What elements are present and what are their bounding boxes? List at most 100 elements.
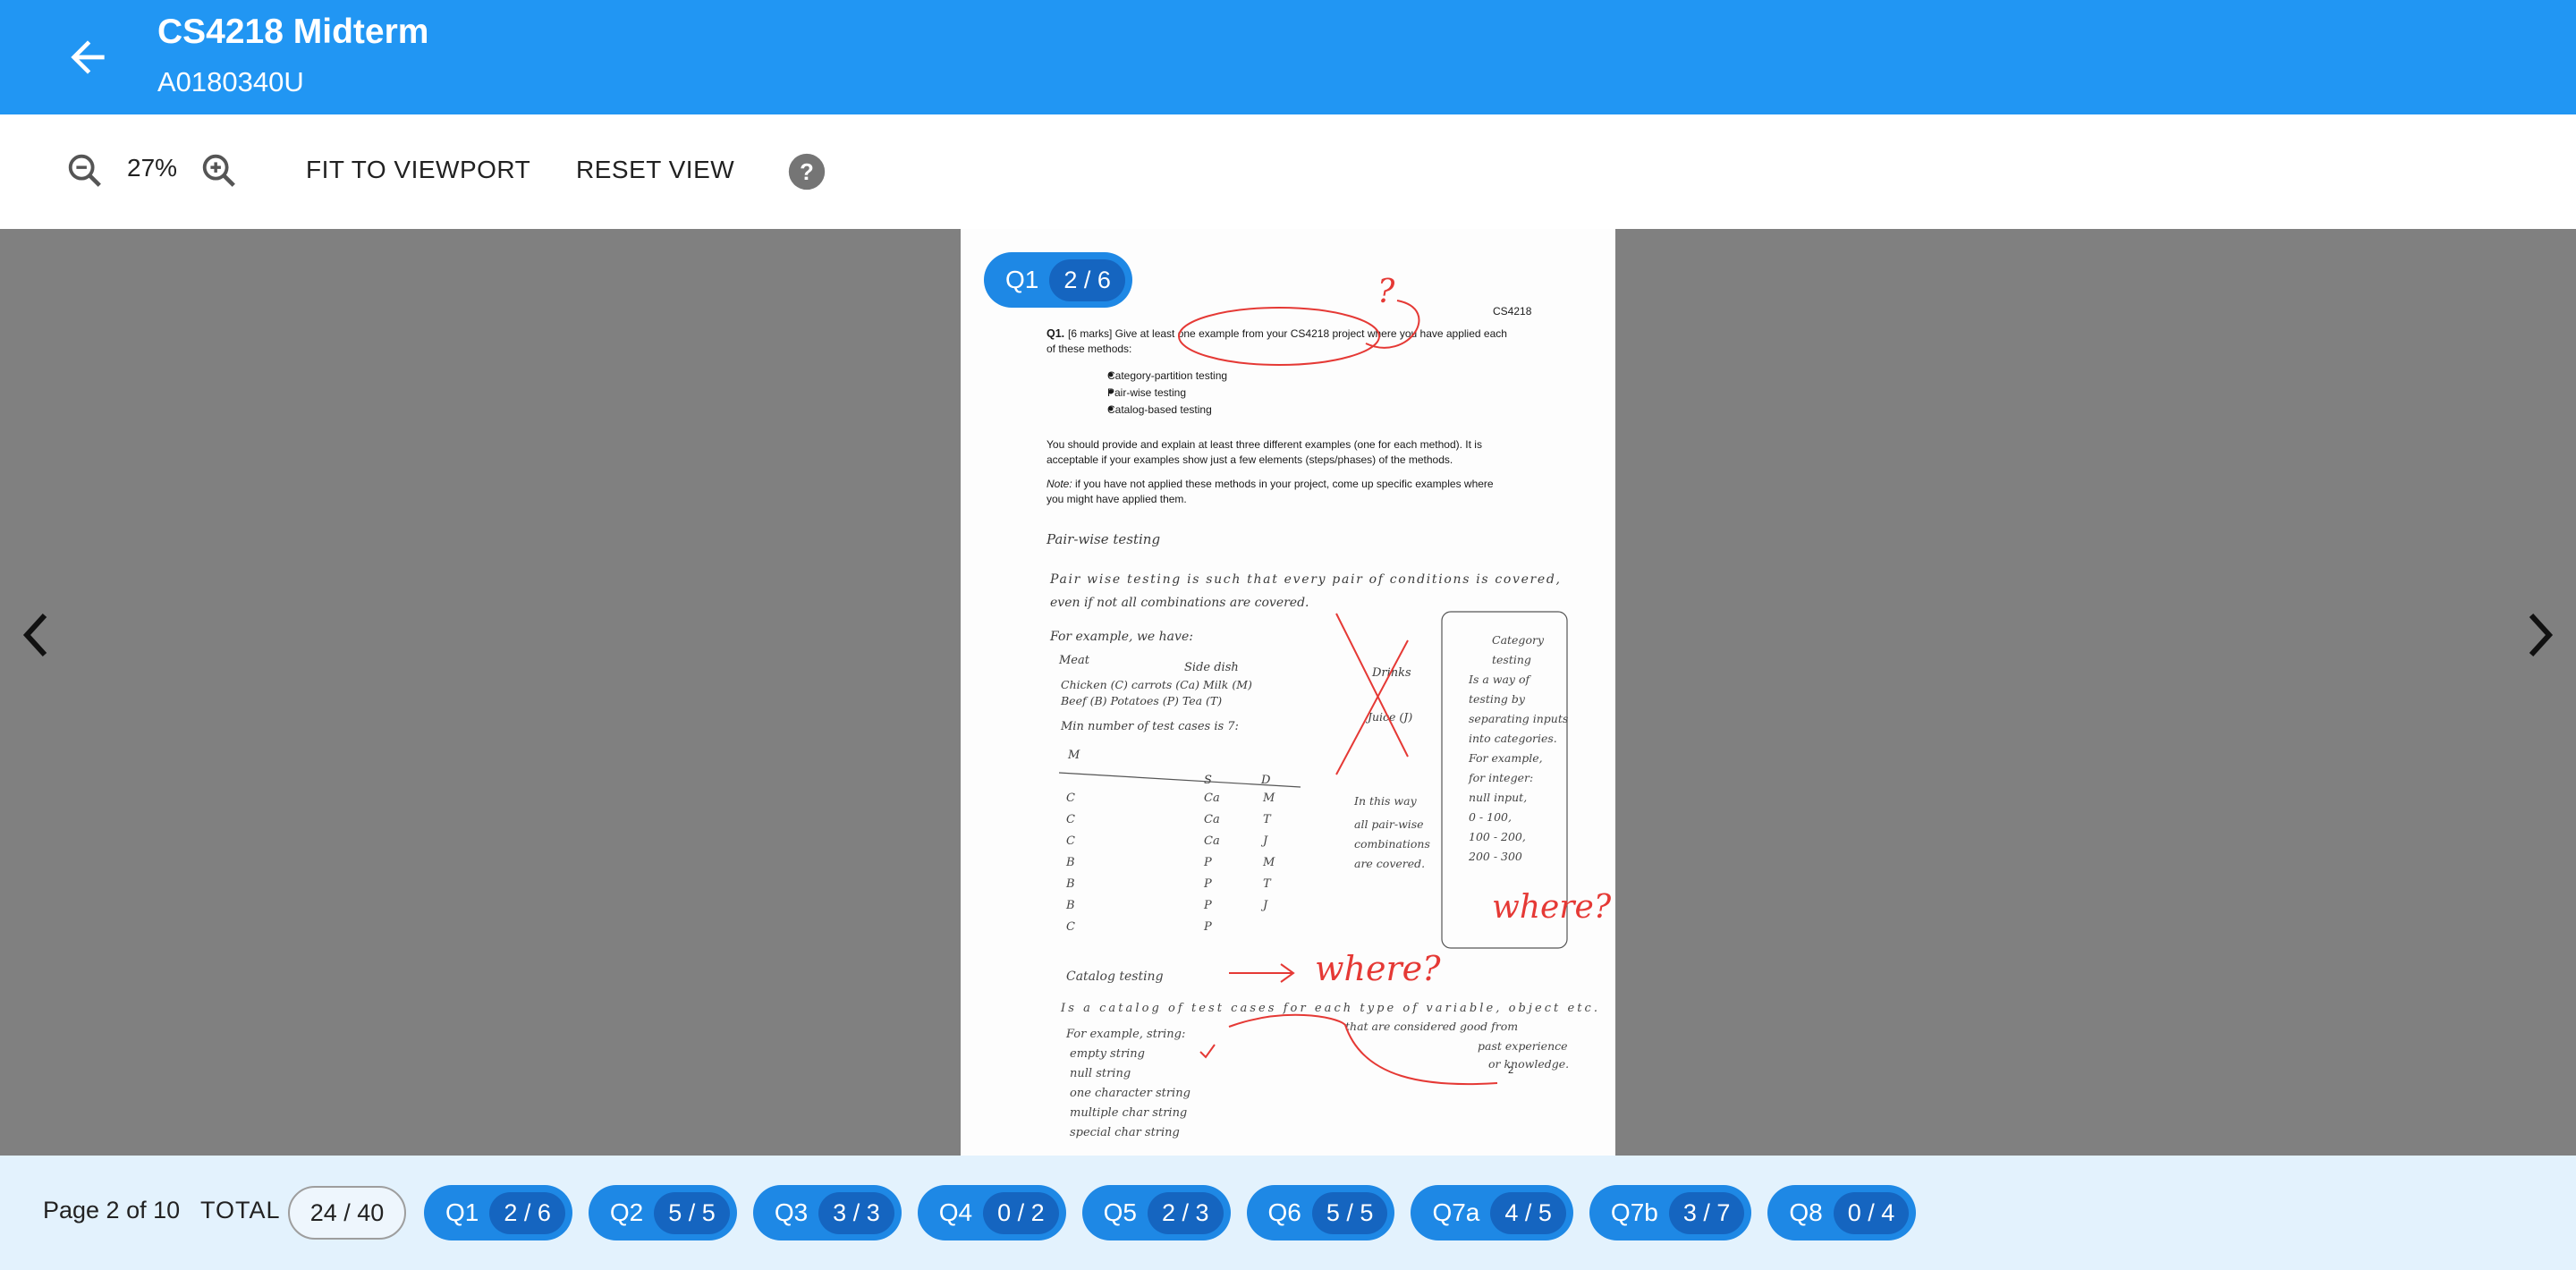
page-header: CS4218 [1493, 305, 1532, 318]
handwritten-col-header: Meat [1058, 654, 1090, 667]
note-line: if you have not applied these methods in… [1075, 478, 1494, 490]
handwritten-cell: Ca [1204, 792, 1220, 805]
question-label: Q1. [1046, 327, 1064, 340]
handwritten-category-line: null input, [1469, 791, 1527, 804]
student-id: A0180340U [157, 66, 304, 97]
zoom-in-icon[interactable] [199, 150, 240, 191]
page-indicator: Page 2 of 10 [43, 1197, 181, 1223]
chip-label: Q2 [609, 1198, 644, 1226]
bullet-item: Pair-wise testing [1107, 386, 1186, 399]
reset-view-button[interactable]: RESET VIEW [576, 156, 734, 184]
handwritten-cell: J [1260, 899, 1268, 912]
annotation-where: where? [1315, 949, 1441, 988]
handwritten-line: Is a catalog of test cases for each type… [1060, 1002, 1597, 1015]
bullet-dot [1108, 372, 1114, 377]
help-icon[interactable]: ? [787, 152, 826, 191]
chip-label: Q6 [1267, 1198, 1301, 1226]
chip-score: 3 / 3 [818, 1191, 894, 1234]
handwritten-string: special char string [1070, 1126, 1180, 1139]
chip-score: 0 / 4 [1833, 1191, 1910, 1234]
scanned-page: CS4218 Q1. [6 marks] Give at least one e… [961, 229, 1615, 1156]
handwritten-cell: P [1203, 856, 1212, 869]
chip-label: Q7b [1610, 1198, 1658, 1226]
instruction-line: You should provide and explain at least … [1046, 438, 1482, 451]
handwritten-options: Chicken (C) carrots (Ca) Milk (M) [1061, 678, 1252, 691]
chip-score: 2 / 6 [1049, 258, 1125, 301]
handwritten-side-note: are covered. [1354, 857, 1425, 870]
question-chip-q7a[interactable]: Q7a 4 / 5 [1411, 1185, 1573, 1240]
app-bar: CS4218 Midterm A0180340U [0, 0, 2576, 114]
handwritten-string: null string [1070, 1067, 1131, 1080]
handwritten-category-line: 100 - 200, [1469, 830, 1526, 843]
total-score: 24 / 40 [288, 1186, 406, 1240]
question-chip-q2[interactable]: Q2 5 / 5 [588, 1185, 737, 1240]
handwritten-string: empty string [1070, 1047, 1145, 1061]
total-label: TOTAL [200, 1197, 281, 1223]
chip-label: Q5 [1103, 1198, 1137, 1226]
bullet-item: Catalog-based testing [1107, 403, 1212, 416]
handwritten-count: Min number of test cases is 7: [1060, 720, 1239, 733]
page-number: 2 [1508, 1065, 1513, 1076]
note-line: you might have applied them. [1046, 493, 1187, 505]
handwritten-category-line: 200 - 300 [1468, 850, 1522, 863]
chip-score: 3 / 7 [1668, 1191, 1745, 1234]
chip-label: Q1 [445, 1198, 479, 1226]
handwritten-col: M [1067, 749, 1080, 762]
handwritten-side-note: combinations [1354, 837, 1430, 851]
handwritten-cell: J [1260, 834, 1268, 848]
handwritten-line: For example, string: [1065, 1028, 1185, 1041]
chip-label: Q3 [774, 1198, 809, 1226]
annotation-where: where? [1492, 889, 1612, 926]
handwritten-heading: Catalog testing [1066, 969, 1164, 984]
question-chip-q4[interactable]: Q4 0 / 2 [917, 1185, 1066, 1240]
back-arrow-icon[interactable] [63, 32, 113, 82]
handwritten-category-line: separating inputs [1469, 712, 1568, 725]
question-chip-q8[interactable]: Q8 0 / 4 [1767, 1185, 1917, 1240]
handwritten-category-line: for integer: [1468, 771, 1533, 784]
handwritten-string: multiple char string [1070, 1106, 1187, 1120]
annotation-arrow [1229, 963, 1295, 983]
handwritten-cell: P [1203, 920, 1212, 934]
chip-score: 5 / 5 [1311, 1191, 1388, 1234]
note-label: Note: [1046, 478, 1072, 490]
chip-label: Q7a [1432, 1198, 1480, 1226]
zoom-level: 27% [127, 154, 178, 182]
question-chip-q6[interactable]: Q6 5 / 5 [1246, 1185, 1395, 1240]
handwritten-line: that are considered good from [1345, 1020, 1518, 1033]
question-chip-q3[interactable]: Q3 3 / 3 [752, 1185, 902, 1240]
page-question-chip[interactable]: Q1 2 / 6 [984, 252, 1132, 308]
question-chip-q7b[interactable]: Q7b 3 / 7 [1589, 1185, 1752, 1240]
handwritten-rows: C Ca M C Ca T C Ca J B P M B P T B P J C P [1065, 792, 1275, 934]
handwritten-cell: Ca [1204, 834, 1220, 848]
chip-label: Q8 [1789, 1198, 1823, 1226]
zoom-out-icon[interactable] [64, 150, 106, 191]
instruction-line: acceptable if your examples show just a … [1046, 453, 1453, 466]
handwritten-category-notes: Category testing Is a way of testing by sepa… [1468, 633, 1568, 863]
handwritten-col-header: Side dish [1184, 661, 1239, 674]
question-chip-q5[interactable]: Q5 2 / 3 [1081, 1185, 1231, 1240]
handwritten-side-note: all pair-wise [1354, 817, 1424, 831]
handwritten-cell: T [1263, 877, 1272, 891]
handwritten-category-line: testing by [1469, 692, 1526, 706]
handwritten-category-line: For example, [1468, 751, 1543, 765]
handwritten-line: or knowledge. [1488, 1057, 1569, 1071]
question-text-2: of these methods: [1046, 343, 1131, 355]
annotation-cross [1335, 613, 1409, 758]
handwritten-category-line: into categories. [1469, 732, 1557, 745]
bullet-dot [1108, 406, 1114, 411]
chip-score: 2 / 6 [489, 1191, 565, 1234]
annotation-cross [1335, 639, 1409, 775]
handwritten-cell: C [1066, 834, 1075, 848]
handwritten-cell: C [1066, 792, 1075, 805]
fit-to-viewport-button[interactable]: FIT TO VIEWPORT [306, 156, 530, 184]
handwritten-cell: M [1262, 856, 1275, 869]
bullet-dot [1108, 389, 1114, 394]
bottom-bar: Page 2 of 10 TOTAL 24 / 40 Q1 2 / 6 Q2 5 / … [0, 1156, 2576, 1270]
handwritten-cell: B [1065, 856, 1075, 869]
exam-title: CS4218 Midterm [157, 13, 429, 51]
prev-page-arrow-icon[interactable] [18, 608, 54, 662]
chip-score: 0 / 2 [983, 1191, 1059, 1234]
next-page-arrow-icon[interactable] [2522, 608, 2558, 662]
question-chip-q1[interactable]: Q1 2 / 6 [424, 1185, 572, 1240]
handwritten-category-line: Is a way of [1468, 673, 1531, 686]
